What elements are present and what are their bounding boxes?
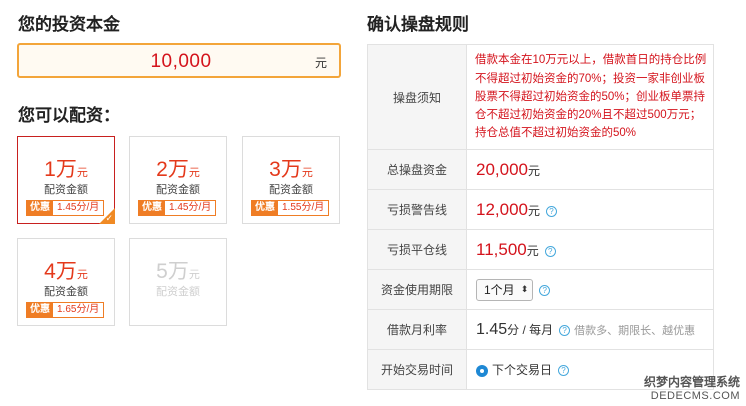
period-selected-value: 1个月 xyxy=(484,283,515,297)
options-title: 您可以配资： xyxy=(18,106,120,125)
row-label: 借款月利率 xyxy=(367,309,467,350)
row-label: 总操盘资金 xyxy=(367,149,467,190)
total-value: 20,000 xyxy=(476,159,528,179)
loan-option-card-4[interactable]: 4万元 配资金额 优惠 1.65分/月 xyxy=(17,238,115,326)
start-option-label[interactable]: 下个交易日 xyxy=(492,363,552,377)
card-sublabel: 配资金额 xyxy=(44,184,88,196)
period-select[interactable]: 1个月 ⬍ xyxy=(476,278,534,301)
notice-text: 借款本金在10万元以上，借款首日的持仓比例不得超过初始资金的70%；投资一家非创… xyxy=(475,54,707,140)
help-icon[interactable]: ? xyxy=(558,365,570,377)
rules-row-warning: 亏损警告线 12,000元? xyxy=(367,189,714,230)
watermark-line-1: 织梦内容管理系统 xyxy=(643,375,740,389)
rules-row-closeout: 亏损平仓线 11,500元? xyxy=(367,229,714,270)
row-label: 亏损警告线 xyxy=(367,189,467,230)
interest-hint: 借款多、期限长、越优惠 xyxy=(574,324,696,337)
help-icon[interactable]: ? xyxy=(539,285,551,297)
help-icon[interactable]: ? xyxy=(559,324,571,336)
loan-option-card-2[interactable]: 2万元 配资金额 优惠 1.45分/月 xyxy=(129,136,227,224)
warning-value: 12,000 xyxy=(476,199,528,219)
help-icon[interactable]: ? xyxy=(544,245,556,257)
card-amount: 2万元 xyxy=(156,158,200,181)
loan-option-card-3[interactable]: 3万元 配资金额 优惠 1.55分/月 xyxy=(242,136,340,224)
closeout-value: 11,500 xyxy=(476,239,527,259)
interest-unit: 分 / 每月 xyxy=(507,322,554,337)
rules-row-interest: 借款月利率 1.45分 / 每月? 借款多、期限长、越优惠 xyxy=(367,309,714,350)
row-label: 开始交易时间 xyxy=(367,349,467,390)
card-amount: 3万元 xyxy=(269,158,313,181)
card-sublabel: 配资金额 xyxy=(44,286,88,298)
card-sublabel: 配资金额 xyxy=(156,184,200,196)
closeout-unit: 元 xyxy=(526,243,539,258)
discount-badge: 优惠 1.55分/月 xyxy=(251,200,330,216)
principal-value[interactable]: 10,000 xyxy=(19,51,343,73)
principal-unit: 元 xyxy=(314,56,327,70)
discount-badge: 优惠 1.45分/月 xyxy=(138,200,217,216)
loan-option-card-1[interactable]: 1万元 配资金额 优惠 1.45分/月 ✓ xyxy=(17,136,115,224)
card-amount: 5万元 xyxy=(156,260,200,283)
principal-title: 您的投资本金 xyxy=(18,15,120,34)
updown-arrow-icon: ⬍ xyxy=(520,284,529,294)
total-unit: 元 xyxy=(528,163,541,178)
card-amount: 1万元 xyxy=(44,158,88,181)
rules-row-notice: 操盘须知 借款本金在10万元以上，借款首日的持仓比例不得超过初始资金的70%；投… xyxy=(367,44,714,150)
loan-option-card-5: 5万元 配资金额 xyxy=(129,238,227,326)
watermark: 织梦内容管理系统 DEDECMS.COM xyxy=(644,373,740,402)
principal-input[interactable]: 10,000 元 xyxy=(17,43,341,78)
row-label: 操盘须知 xyxy=(367,44,467,150)
interest-value: 1.45 xyxy=(476,320,508,338)
rules-row-total: 总操盘资金 20,000元 xyxy=(367,149,714,190)
card-sublabel: 配资金额 xyxy=(156,286,200,298)
rules-row-period: 资金使用期限 1个月 ⬍? xyxy=(367,269,714,310)
warning-unit: 元 xyxy=(528,203,541,218)
help-icon[interactable]: ? xyxy=(546,205,558,217)
card-amount: 4万元 xyxy=(44,260,88,283)
checkmark-icon: ✓ xyxy=(105,213,113,223)
discount-badge: 优惠 1.65分/月 xyxy=(26,302,105,318)
rules-table: 操盘须知 借款本金在10万元以上，借款首日的持仓比例不得超过初始资金的70%；投… xyxy=(367,44,714,390)
radio-button-icon[interactable] xyxy=(476,364,488,377)
row-label: 资金使用期限 xyxy=(367,269,467,310)
rules-title: 确认操盘规则 xyxy=(367,15,469,34)
row-label: 亏损平仓线 xyxy=(367,229,467,270)
card-sublabel: 配资金额 xyxy=(269,184,313,196)
watermark-line-2: DEDECMS.COM xyxy=(650,390,740,402)
discount-badge: 优惠 1.45分/月 xyxy=(26,200,105,216)
